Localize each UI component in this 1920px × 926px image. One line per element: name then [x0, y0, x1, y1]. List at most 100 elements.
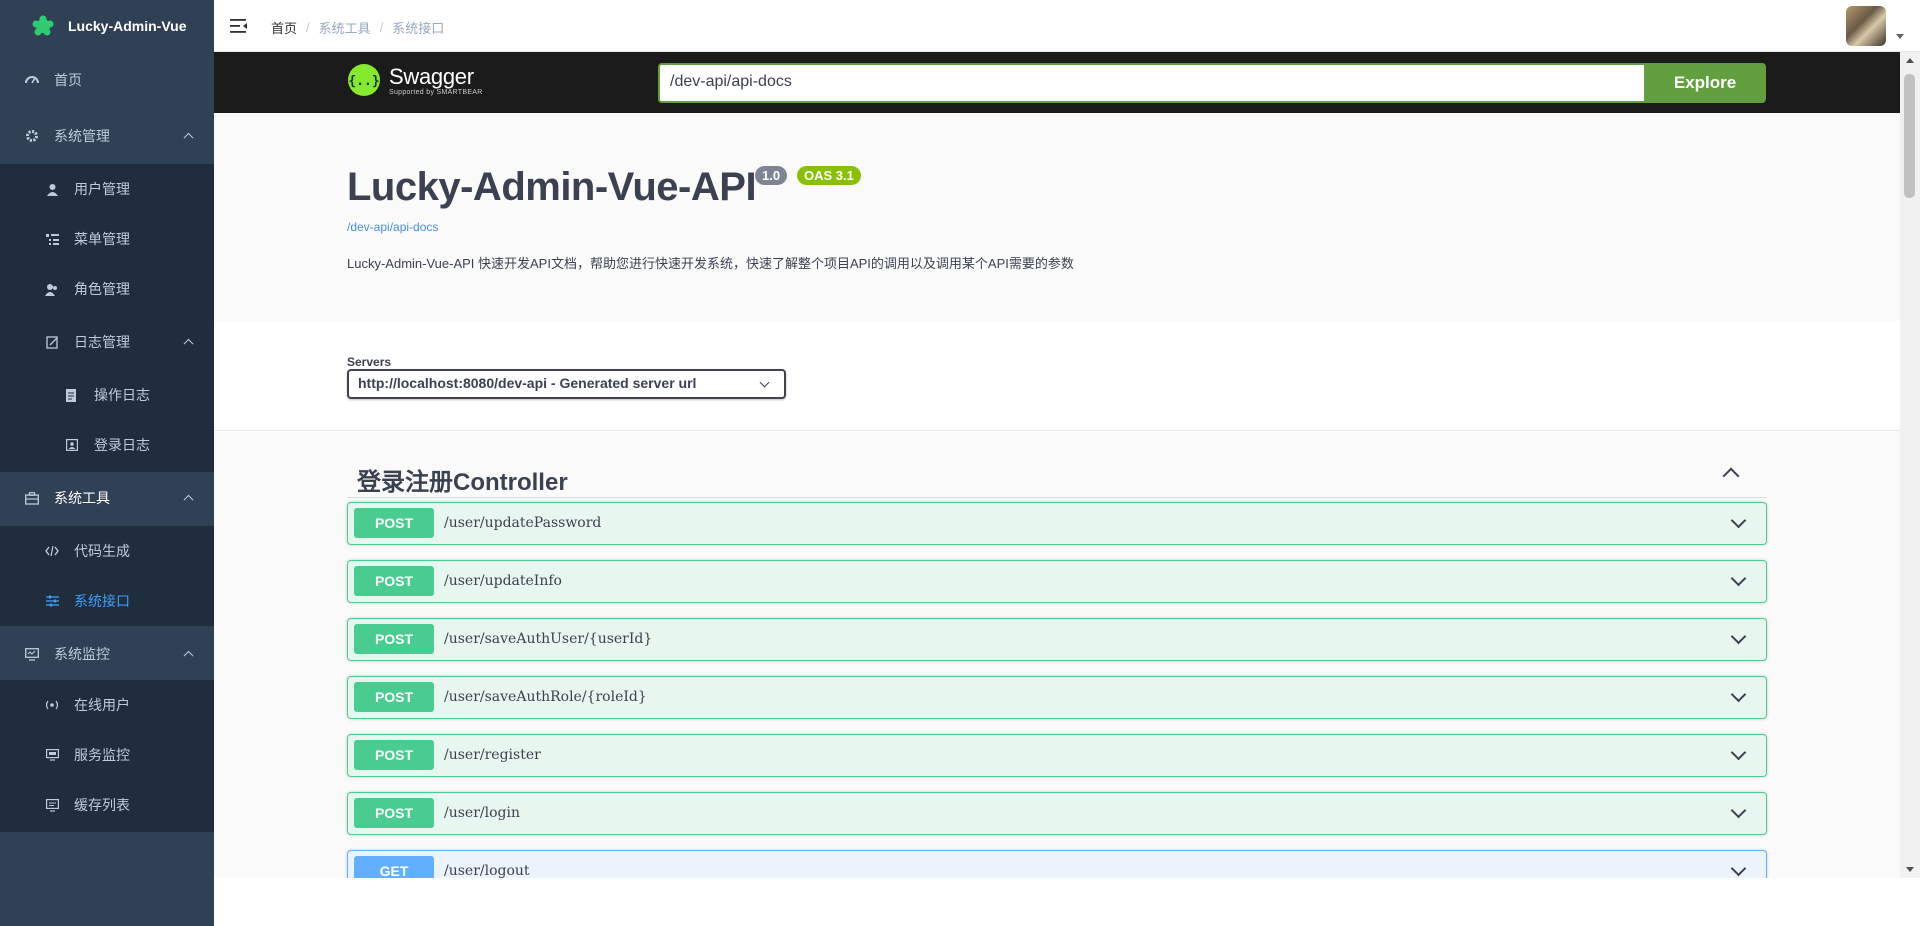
- sidebar-item-menus[interactable]: 菜单管理: [0, 214, 214, 264]
- operation-path: /user/saveAuthRole/{roleId}: [444, 689, 647, 705]
- swagger-logo[interactable]: {..} Swagger Supported by SMARTBEAR: [347, 63, 483, 97]
- sidebar-item-label: 缓存列表: [74, 798, 130, 814]
- navbar: 首页 / 系统工具 / 系统接口: [214, 0, 1920, 52]
- peoples-icon: [44, 281, 60, 297]
- swagger-url-input[interactable]: /dev-api/api-docs: [658, 63, 1658, 103]
- operation-row[interactable]: POST /user/updatePassword: [347, 502, 1767, 545]
- logininfor-icon: [64, 437, 80, 453]
- form-icon: [64, 387, 80, 403]
- chevron-down-icon: [1730, 860, 1747, 877]
- method-badge: POST: [354, 798, 434, 828]
- servers-select[interactable]: http://localhost:8080/dev-api - Generate…: [347, 369, 786, 399]
- toolbox-icon: [24, 490, 40, 506]
- swagger-brand: Swagger: [389, 63, 474, 89]
- scroll-down-icon[interactable]: [1906, 867, 1914, 872]
- explore-button[interactable]: Explore: [1644, 63, 1766, 103]
- app-logo-icon: [32, 15, 54, 36]
- sidebar-item-label: 日志管理: [74, 335, 130, 351]
- sidebar-item-swagger[interactable]: 系统接口: [0, 576, 214, 626]
- log-icon: [44, 334, 60, 350]
- sidebar-item-codegen[interactable]: 代码生成: [0, 526, 214, 576]
- servers-selected-value: http://localhost:8080/dev-api - Generate…: [358, 375, 697, 391]
- tree-table-icon: [44, 231, 60, 247]
- breadcrumb-item-tools: 系统工具: [318, 21, 371, 36]
- version-badge: 1.0: [755, 166, 788, 185]
- sidebar-item-roles[interactable]: 角色管理: [0, 264, 214, 314]
- method-badge: POST: [354, 566, 434, 596]
- method-badge: POST: [354, 624, 434, 654]
- sidebar-item-logs[interactable]: 日志管理: [0, 314, 214, 370]
- hamburger-icon[interactable]: [230, 18, 248, 34]
- method-badge: POST: [354, 682, 434, 712]
- operation-path: /user/updatePassword: [444, 515, 602, 531]
- breadcrumb-item-home[interactable]: 首页: [271, 18, 297, 37]
- sidebar-item-oper-log[interactable]: 操作日志: [0, 370, 214, 420]
- sidebar-item-online[interactable]: 在线用户: [0, 680, 214, 730]
- chevron-down-icon: [1730, 744, 1747, 761]
- chevron-up-icon: [1722, 467, 1740, 485]
- operation-row[interactable]: POST /user/saveAuthRole/{roleId}: [347, 676, 1767, 719]
- chevron-down-icon: [759, 377, 770, 388]
- operation-row[interactable]: POST /user/login: [347, 792, 1767, 835]
- scroll-up-icon[interactable]: [1906, 58, 1914, 63]
- sidebar-item-tools[interactable]: 系统工具: [0, 470, 214, 526]
- sidebar-item-monitor[interactable]: 系统监控: [0, 626, 214, 682]
- tag-section-header[interactable]: 登录注册Controller: [347, 454, 1767, 498]
- api-info: Lucky-Admin-Vue-API 1.0 OAS 3.1 /dev-api…: [214, 113, 1900, 321]
- sidebar-item-label: 系统监控: [54, 647, 110, 663]
- operation-row[interactable]: POST /user/updateInfo: [347, 560, 1767, 603]
- servers-label: Servers: [347, 355, 392, 369]
- avatar[interactable]: [1846, 6, 1886, 46]
- swagger-brand-sub: Supported by SMARTBEAR: [389, 88, 483, 96]
- gear-icon: [24, 128, 40, 144]
- chevron-up-icon: [183, 650, 194, 661]
- method-badge: GET: [354, 856, 434, 878]
- dashboard-icon: [24, 72, 40, 88]
- api-title: Lucky-Admin-Vue-API: [347, 165, 757, 209]
- swagger-topbar: {..} Swagger Supported by SMARTBEAR /dev…: [214, 52, 1900, 113]
- sidebar-item-label: 用户管理: [74, 182, 130, 198]
- swagger-icon: [44, 593, 60, 609]
- app-title: Lucky-Admin-Vue: [68, 18, 187, 34]
- operations-section: 登录注册Controller POST /user/updatePassword…: [214, 432, 1900, 878]
- operation-row[interactable]: GET /user/logout: [347, 850, 1767, 878]
- operation-row[interactable]: POST /user/saveAuthUser/{userId}: [347, 618, 1767, 661]
- sidebar-item-label: 操作日志: [94, 388, 150, 404]
- api-description: Lucky-Admin-Vue-API 快速开发API文档，帮助您进行快速开发系…: [347, 256, 1074, 271]
- sidebar-item-label: 菜单管理: [74, 232, 130, 248]
- method-badge: POST: [354, 740, 434, 770]
- caret-down-icon[interactable]: [1896, 34, 1904, 39]
- monitor-icon: [24, 646, 40, 662]
- sidebar-item-login-log[interactable]: 登录日志: [0, 420, 214, 470]
- sidebar-item-label: 系统管理: [54, 129, 110, 145]
- sidebar-item-home[interactable]: 首页: [0, 52, 214, 108]
- sidebar-item-server[interactable]: 服务监控: [0, 730, 214, 780]
- api-docs-link[interactable]: /dev-api/api-docs: [347, 220, 438, 234]
- chevron-down-icon: [1730, 512, 1747, 529]
- sidebar-item-label: 首页: [54, 73, 82, 89]
- servers-section: Servers http://localhost:8080/dev-api - …: [214, 321, 1900, 431]
- sidebar-item-cache[interactable]: 缓存列表: [0, 780, 214, 830]
- sidebar-item-label: 登录日志: [94, 438, 150, 454]
- chevron-down-icon: [1730, 802, 1747, 819]
- vertical-scrollbar[interactable]: [1900, 52, 1920, 878]
- operation-row[interactable]: POST /user/register: [347, 734, 1767, 777]
- chevron-down-icon: [1730, 628, 1747, 645]
- chevron-up-icon: [183, 494, 194, 505]
- sidebar-item-system[interactable]: 系统管理: [0, 108, 214, 164]
- sidebar-item-label: 系统接口: [74, 594, 130, 610]
- swagger-logo-icon: {..}: [348, 64, 380, 96]
- sidebar: Lucky-Admin-Vue 首页 系统管理 用户管理 菜单管理 角色管理 日…: [0, 0, 214, 926]
- sidebar-logo[interactable]: Lucky-Admin-Vue: [0, 0, 214, 52]
- method-badge: POST: [354, 508, 434, 538]
- sidebar-item-label: 系统工具: [54, 491, 110, 507]
- scrollbar-thumb[interactable]: [1904, 74, 1915, 198]
- sidebar-item-label: 服务监控: [74, 748, 130, 764]
- sidebar-item-users[interactable]: 用户管理: [0, 164, 214, 214]
- online-icon: [44, 697, 60, 713]
- swagger-frame: {..} Swagger Supported by SMARTBEAR /dev…: [214, 52, 1920, 878]
- user-icon: [44, 181, 60, 197]
- code-icon: [44, 543, 60, 559]
- breadcrumb-separator: /: [306, 20, 310, 35]
- operation-path: /user/login: [444, 805, 520, 821]
